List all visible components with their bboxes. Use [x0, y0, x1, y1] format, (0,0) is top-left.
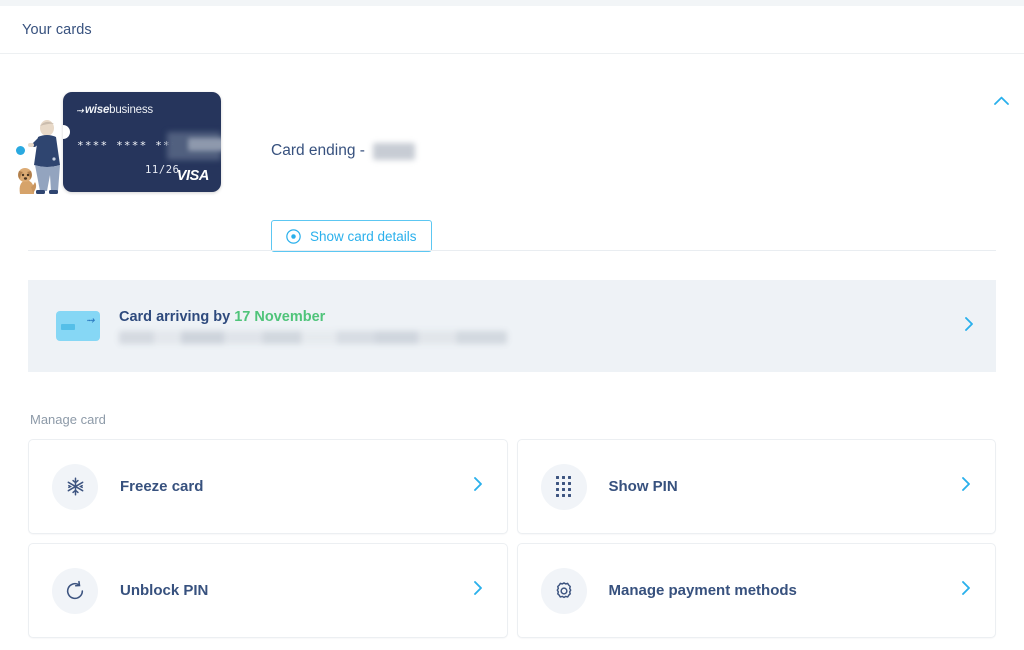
- snowflake-icon: [52, 463, 98, 510]
- card-ending-label: Card ending -: [271, 142, 365, 159]
- gear-icon: [540, 567, 587, 614]
- page-title: Your cards: [22, 21, 92, 38]
- banner-title-prefix: Card arriving by: [119, 308, 235, 325]
- mini-card-wise-mark: ⤑: [85, 315, 97, 326]
- tile-manage-payment-methods[interactable]: Manage payment methods: [516, 543, 996, 638]
- tile-show-pin[interactable]: Show PIN: [516, 439, 996, 534]
- tile-label: Show PIN: [608, 478, 678, 495]
- chevron-right-icon[interactable]: [473, 476, 483, 497]
- mini-card-icon: ⤑: [56, 311, 100, 341]
- your-cards-page: Your cards ⤑wisebusiness **** **** **** …: [0, 0, 1024, 650]
- card-number-redaction-inner: [188, 138, 221, 151]
- show-card-details-button[interactable]: Show card details: [271, 220, 432, 252]
- person-with-dog-illustration: ⤑wisebusiness **** **** **** 11/26 VISA: [8, 87, 248, 222]
- bank-card: ⤑wisebusiness **** **** **** 11/26 VISA: [63, 92, 221, 192]
- card-section: ⤑wisebusiness **** **** **** 11/26 VISA …: [0, 55, 1024, 252]
- wise-flag-mark: ⤑: [76, 105, 86, 115]
- tile-label: Freeze card: [120, 478, 204, 495]
- banner-subtitle-redaction: [119, 330, 507, 344]
- tile-label: Manage payment methods: [608, 582, 797, 599]
- chevron-right-icon[interactable]: [961, 476, 971, 497]
- refresh-icon: [52, 567, 98, 614]
- show-card-details-label: Show card details: [310, 228, 417, 244]
- eye-icon: [286, 228, 301, 244]
- chevron-up-icon[interactable]: [988, 87, 1014, 113]
- card-brand-prefix: wise: [85, 104, 110, 116]
- card-expiry: 11/26: [145, 164, 180, 176]
- mini-card-strip: [61, 324, 75, 330]
- section-divider: [28, 250, 996, 251]
- card-arriving-banner[interactable]: ⤑ Card arriving by 17 November: [28, 280, 996, 372]
- dot-grid: [556, 476, 571, 497]
- card-ending-line: Card ending -: [271, 142, 415, 160]
- tile-freeze-card[interactable]: Freeze card: [28, 439, 508, 534]
- tile-label: Unblock PIN: [120, 582, 209, 599]
- card-brand-logo: ⤑wisebusiness: [76, 104, 153, 116]
- chevron-right-icon[interactable]: [964, 316, 974, 337]
- chevron-right-icon[interactable]: [473, 580, 483, 601]
- manage-card-tiles: Freeze card Show PIN Unblock PIN Manage …: [28, 439, 996, 638]
- page-header: Your cards: [0, 6, 1024, 54]
- banner-title: Card arriving by 17 November: [119, 309, 507, 325]
- tile-unblock-pin[interactable]: Unblock PIN: [28, 543, 508, 638]
- dog-illustration: [18, 168, 37, 194]
- chevron-right-icon[interactable]: [961, 580, 971, 601]
- keypad-dots-icon: [540, 463, 587, 510]
- card-brand-suffix: business: [109, 104, 153, 116]
- card-ending-redaction: [372, 142, 415, 160]
- banner-arrival-date: 17 November: [234, 308, 326, 325]
- manage-card-label: Manage card: [30, 412, 106, 427]
- visa-logo: VISA: [176, 168, 210, 184]
- banner-text-block: Card arriving by 17 November: [119, 309, 507, 344]
